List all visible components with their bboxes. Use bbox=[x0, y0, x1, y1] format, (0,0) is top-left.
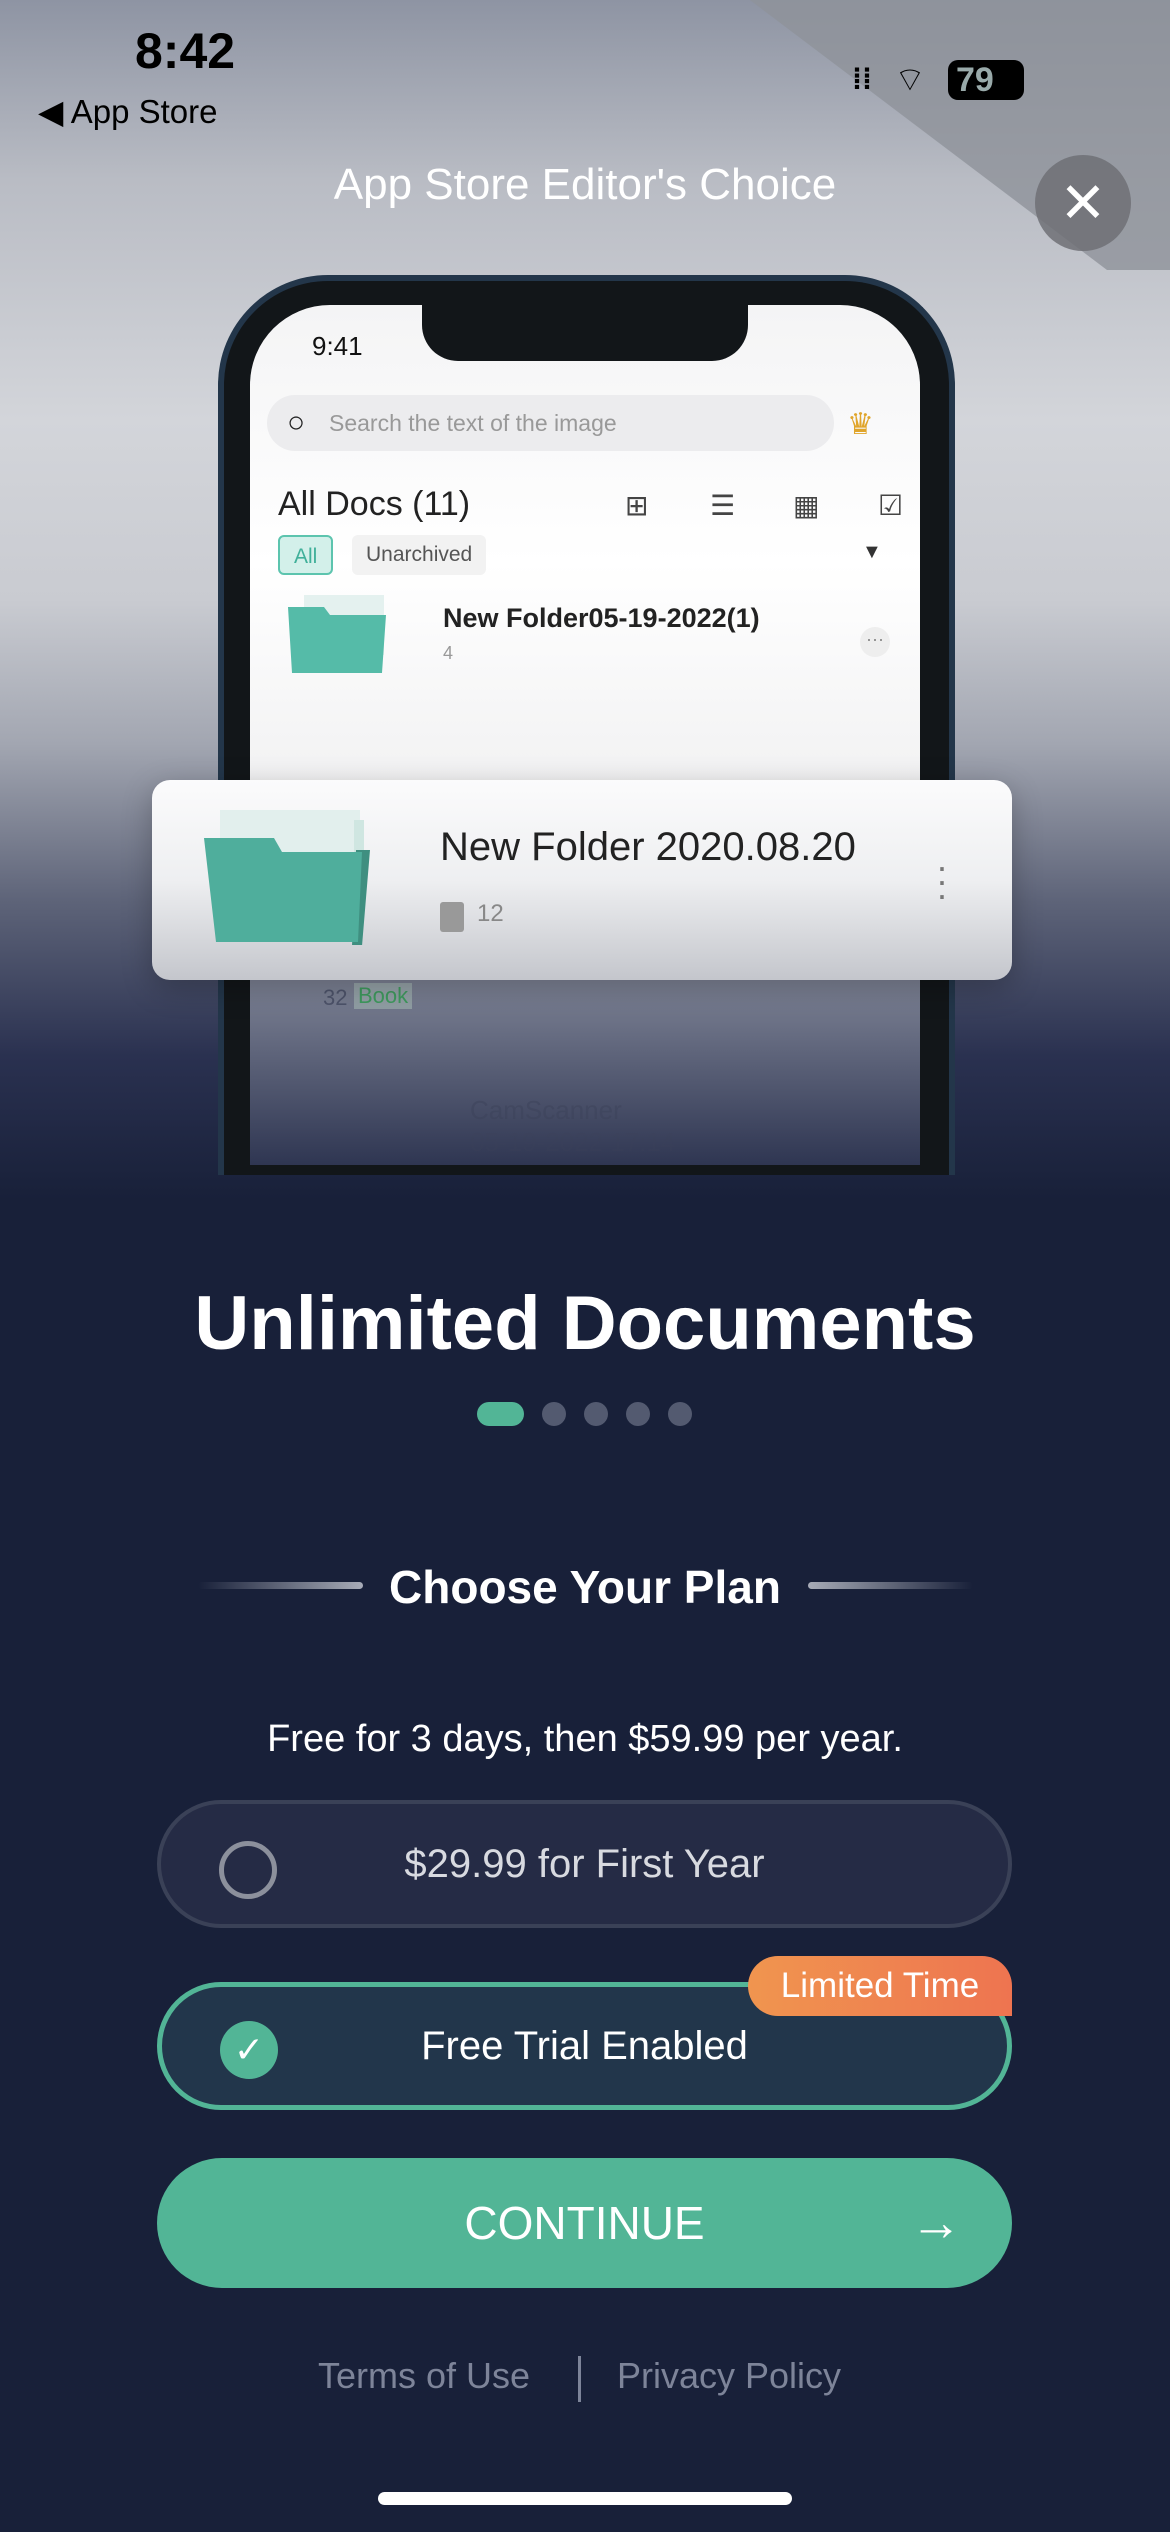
arrow-right-icon: → bbox=[910, 2194, 962, 2252]
crown-icon: ♛ bbox=[847, 408, 874, 441]
card-folder-count: 12 bbox=[477, 900, 504, 927]
close-icon: ✕ bbox=[1059, 171, 1107, 234]
continue-label: CONTINUE bbox=[464, 2197, 705, 2249]
home-indicator[interactable] bbox=[378, 2492, 792, 2505]
page-dot[interactable] bbox=[626, 1402, 650, 1426]
more-icon: ··· bbox=[860, 627, 890, 657]
folder-icon bbox=[288, 595, 386, 673]
new-folder-icon: ⊞ bbox=[625, 490, 649, 521]
phone-screen: 9:41 ○ Search the text of the image ♛ All… bbox=[250, 305, 920, 1165]
close-button[interactable]: ✕ bbox=[1035, 155, 1131, 251]
folder-card: New Folder 2020.08.20 12 · · · bbox=[152, 780, 1012, 980]
back-to-app-store[interactable]: ◀ App Store bbox=[38, 92, 218, 131]
signal-icon: ⁞⁞ bbox=[852, 62, 872, 96]
filter-all: All bbox=[278, 535, 334, 575]
limited-time-badge: Limited Time bbox=[748, 1956, 1012, 2016]
wifi-icon: ⌔ bbox=[893, 61, 926, 99]
filter-unarchived: Unarchived bbox=[352, 535, 487, 575]
battery-icon: 79 bbox=[947, 59, 1024, 100]
folder-icon bbox=[204, 810, 370, 945]
phone-notch bbox=[422, 305, 748, 361]
terms-link[interactable]: Terms of Use bbox=[318, 2355, 530, 2397]
page-dot-active[interactable] bbox=[477, 1402, 524, 1426]
footer-divider bbox=[578, 2356, 581, 2402]
page-dot[interactable] bbox=[668, 1402, 692, 1426]
plan-option-label: $29.99 for First Year bbox=[404, 1841, 765, 1886]
document-icon bbox=[440, 902, 464, 932]
page-dot[interactable] bbox=[584, 1402, 608, 1426]
ghost-doc-name: CamScanner bbox=[470, 1095, 622, 1125]
feature-headline: Unlimited Documents bbox=[194, 1281, 976, 1366]
search-placeholder: Search the text of the image bbox=[329, 410, 617, 436]
plan-option-first-year[interactable]: $29.99 for First Year bbox=[157, 1800, 1012, 1928]
sort-icon: ☰ bbox=[710, 490, 736, 521]
search-icon: ○ bbox=[287, 406, 306, 439]
ghost-doc-date: 05-19-2022 17:14 bbox=[470, 1127, 676, 1157]
preview-search: ○ Search the text of the image bbox=[267, 395, 834, 451]
status-icons: ⁞⁞ ⌔ 79 bbox=[852, 58, 1024, 101]
preview-time: 9:41 bbox=[312, 331, 363, 361]
ghost-count: 32 bbox=[323, 985, 348, 1010]
caret-down-icon: ▼ bbox=[862, 541, 882, 563]
privacy-link[interactable]: Privacy Policy bbox=[617, 2355, 841, 2397]
ghost-tag: Book bbox=[354, 983, 413, 1009]
divider-line bbox=[808, 1582, 973, 1589]
page-dot[interactable] bbox=[542, 1402, 566, 1426]
grid-icon: ▦ bbox=[793, 490, 820, 521]
status-time: 8:42 bbox=[135, 23, 236, 79]
card-folder-name: New Folder 2020.08.20 bbox=[440, 825, 856, 869]
select-icon: ☑ bbox=[878, 490, 904, 521]
folder-name: New Folder05-19-2022(1) bbox=[443, 603, 760, 633]
plan-title: Choose Your Plan bbox=[389, 1561, 781, 1613]
trial-description: Free for 3 days, then $59.99 per year. bbox=[267, 1718, 903, 1760]
preview-title: All Docs (11) bbox=[278, 485, 471, 523]
hero-title: App Store Editor's Choice bbox=[333, 160, 837, 209]
more-vertical-icon: · · · bbox=[936, 846, 948, 915]
folder-count: 4 bbox=[443, 643, 454, 663]
continue-button[interactable]: CONTINUE → bbox=[157, 2158, 1012, 2288]
page-indicator[interactable] bbox=[477, 1402, 692, 1426]
